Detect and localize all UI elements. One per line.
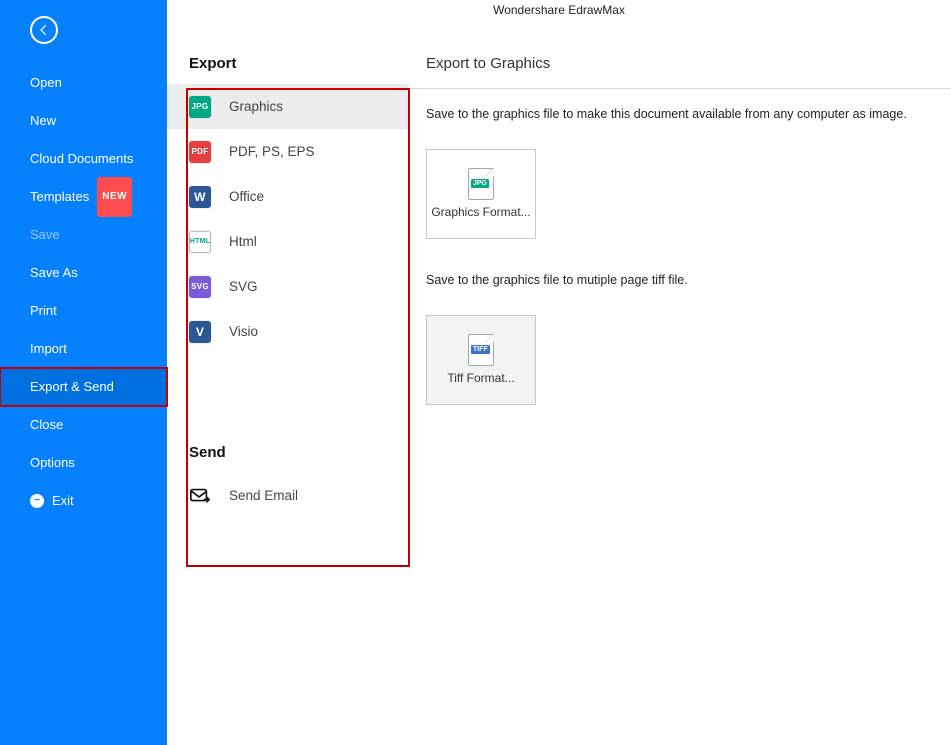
file-tiff-icon: TIFF xyxy=(468,334,494,366)
divider xyxy=(408,88,951,89)
new-badge: NEW xyxy=(97,177,132,217)
detail-title: Export to Graphics xyxy=(426,55,933,72)
export-item-graphics[interactable]: JPG Graphics xyxy=(167,84,408,129)
export-item-label: Html xyxy=(229,234,257,249)
sidebar-item-open[interactable]: Open xyxy=(0,64,167,102)
export-item-office[interactable]: W Office xyxy=(167,174,408,219)
export-list: JPG Graphics PDF PDF, PS, EPS W Office H… xyxy=(167,84,408,354)
graphics-format-button[interactable]: JPG Graphics Format... xyxy=(426,149,536,239)
sidebar-item-label: Save As xyxy=(30,254,78,292)
sidebar-item-exit[interactable]: − Exit xyxy=(0,482,167,520)
export-item-label: SVG xyxy=(229,279,258,294)
sidebar-item-import[interactable]: Import xyxy=(0,330,167,368)
sidebar-item-label: Exit xyxy=(52,482,74,520)
export-detail-pane: Export to Graphics Save to the graphics … xyxy=(408,0,951,745)
sidebar-item-label: New xyxy=(30,102,56,140)
export-send-column: Export JPG Graphics PDF PDF, PS, EPS W O… xyxy=(167,0,408,745)
sidebar-item-save-as[interactable]: Save As xyxy=(0,254,167,292)
export-item-pdf[interactable]: PDF PDF, PS, EPS xyxy=(167,129,408,174)
back-button[interactable] xyxy=(30,16,58,44)
sidebar-item-label: Open xyxy=(30,64,62,102)
sidebar-item-options[interactable]: Options xyxy=(0,444,167,482)
tiff-description: Save to the graphics file to mutiple pag… xyxy=(426,273,933,287)
sidebar-item-label: Import xyxy=(30,330,67,368)
export-item-svg[interactable]: SVG SVG xyxy=(167,264,408,309)
export-section-title: Export xyxy=(167,55,408,84)
export-item-html[interactable]: HTML Html xyxy=(167,219,408,264)
option-caption: Tiff Format... xyxy=(447,372,514,386)
arrow-left-icon xyxy=(37,23,51,37)
svg-icon: SVG xyxy=(189,276,211,298)
sidebar-item-close[interactable]: Close xyxy=(0,406,167,444)
sidebar-item-label: Close xyxy=(30,406,63,444)
mail-icon xyxy=(189,485,211,507)
file-jpg-icon: JPG xyxy=(468,168,494,200)
export-item-label: Graphics xyxy=(229,99,283,114)
html-icon: HTML xyxy=(189,231,211,253)
word-icon: W xyxy=(189,186,211,208)
exit-icon: − xyxy=(30,494,44,508)
pdf-icon: PDF xyxy=(189,141,211,163)
visio-icon: V xyxy=(189,321,211,343)
sidebar-item-cloud-documents[interactable]: Cloud Documents xyxy=(0,140,167,178)
sidebar-item-print[interactable]: Print xyxy=(0,292,167,330)
sidebar-item-label: Options xyxy=(30,444,75,482)
tiff-format-button[interactable]: TIFF Tiff Format... xyxy=(426,315,536,405)
sidebar-item-export-send[interactable]: Export & Send xyxy=(0,368,167,406)
file-sidebar: Open New Cloud Documents Templates NEW S… xyxy=(0,0,167,745)
send-item-label: Send Email xyxy=(229,488,298,503)
sidebar-item-save: Save xyxy=(0,216,167,254)
export-item-label: Office xyxy=(229,189,264,204)
graphics-description: Save to the graphics file to make this d… xyxy=(426,107,933,121)
sidebar-item-label: Print xyxy=(30,292,57,330)
sidebar-item-label: Templates xyxy=(30,178,89,216)
jpg-icon: JPG xyxy=(189,96,211,118)
sidebar-item-label: Export & Send xyxy=(30,368,114,406)
export-item-visio[interactable]: V Visio xyxy=(167,309,408,354)
send-item-email[interactable]: Send Email xyxy=(167,473,408,518)
export-item-label: PDF, PS, EPS xyxy=(229,144,315,159)
export-item-label: Visio xyxy=(229,324,258,339)
sidebar-item-label: Save xyxy=(30,216,60,254)
sidebar-item-new[interactable]: New xyxy=(0,102,167,140)
send-section-title: Send xyxy=(167,444,408,473)
sidebar-item-label: Cloud Documents xyxy=(30,140,133,178)
sidebar-item-templates[interactable]: Templates NEW xyxy=(0,178,167,216)
send-list: Send Email xyxy=(167,473,408,518)
option-caption: Graphics Format... xyxy=(431,206,530,220)
app-title: Wondershare EdrawMax xyxy=(167,3,951,17)
